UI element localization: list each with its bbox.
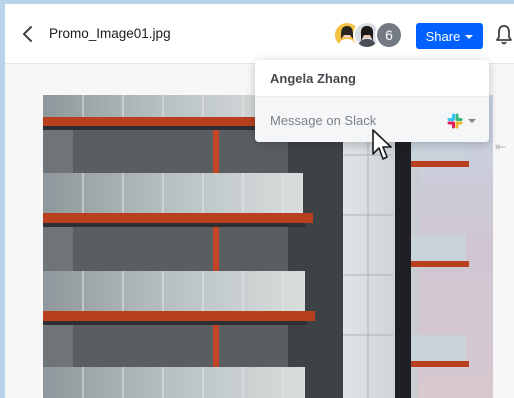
file-preview-window: Promo_Image01.jpg 6 Share ⇤ Angela Zhang…: [5, 4, 514, 398]
mouse-cursor-icon: [372, 129, 392, 160]
share-button-label: Share: [425, 28, 461, 44]
caret-down-icon: [465, 35, 474, 39]
bell-icon[interactable]: [494, 23, 514, 47]
chevron-left-icon[interactable]: [19, 24, 37, 44]
slack-icon: [447, 113, 463, 129]
caret-down-icon[interactable]: [468, 119, 476, 123]
preview-header: Promo_Image01.jpg 6 Share: [5, 4, 514, 64]
file-name: Promo_Image01.jpg: [49, 26, 171, 41]
person-name: Angela Zhang: [270, 71, 356, 86]
message-on-slack-label: Message on Slack: [270, 113, 377, 128]
collaborator-avatars[interactable]: 6: [333, 21, 409, 49]
collapse-arrow-icon[interactable]: ⇤: [495, 139, 506, 155]
collaborator-count[interactable]: 6: [375, 21, 403, 49]
share-button[interactable]: Share: [416, 23, 483, 49]
